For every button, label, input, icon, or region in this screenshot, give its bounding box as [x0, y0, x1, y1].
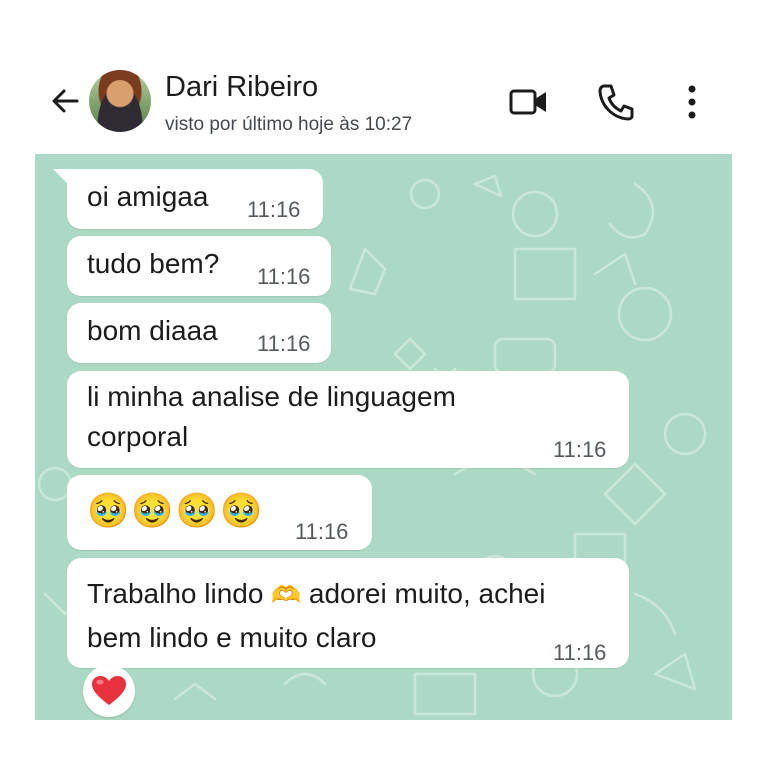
message-bubble[interactable]: bom diaaa 11:16 — [67, 303, 331, 363]
emoji-message: 🥹🥹🥹🥹 — [87, 491, 265, 531]
reaction-badge[interactable] — [83, 665, 135, 717]
message-bubble[interactable]: li minha analise de linguagem corporal 1… — [67, 371, 629, 468]
message-text-line: corporal — [87, 421, 189, 452]
heart-hands-emoji: 🫶 — [271, 581, 302, 609]
bubble-tail — [53, 169, 67, 183]
message-text: oi amigaa — [87, 181, 209, 212]
message-bubble[interactable]: Trabalho lindo 🫶 adorei muito, achei bem… — [67, 558, 629, 668]
video-call-icon[interactable] — [509, 85, 549, 119]
message-bubble[interactable]: tudo bem? 11:16 — [67, 236, 331, 296]
heart-reaction-icon — [92, 676, 126, 705]
message-text: tudo bem? — [87, 248, 220, 279]
message-text-part: adorei muito, achei — [308, 578, 546, 609]
contact-name[interactable]: Dari Ribeiro — [165, 71, 318, 104]
message-time: 11:16 — [553, 437, 607, 462]
message-text-part: Trabalho lindo — [87, 578, 264, 609]
chat-header: Dari Ribeiro visto por último hoje às 10… — [35, 47, 732, 154]
message-text-line: Trabalho lindo 🫶 adorei muito, achei — [87, 572, 545, 617]
phone-icon[interactable] — [598, 83, 634, 121]
back-arrow-icon[interactable] — [49, 85, 81, 117]
message-bubble[interactable]: 🥹🥹🥹🥹 11:16 — [67, 475, 372, 550]
message-bubble[interactable]: oi amigaa 11:16 — [53, 169, 323, 229]
message-text-line: li minha analise de linguagem — [87, 381, 456, 412]
avatar[interactable] — [89, 70, 151, 132]
message-time: 11:16 — [553, 640, 607, 665]
message-time: 11:16 — [257, 264, 311, 289]
message-time: 11:16 — [295, 519, 349, 544]
chat-area[interactable]: oi amigaa 11:16 tudo bem? 11:16 bom diaa… — [35, 154, 732, 720]
message-time: 11:16 — [247, 197, 301, 222]
message-text: bom diaaa — [87, 315, 218, 346]
chat-screen: Dari Ribeiro visto por último hoje às 10… — [35, 47, 732, 720]
message-time: 11:16 — [257, 331, 311, 356]
last-seen-status: visto por último hoje às 10:27 — [165, 114, 413, 135]
message-text-line: bem lindo e muito claro — [87, 622, 377, 653]
more-vertical-icon[interactable] — [685, 83, 699, 121]
